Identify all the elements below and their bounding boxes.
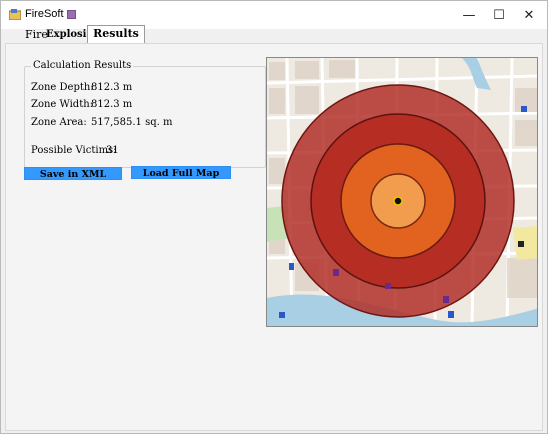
window-title: FireSoft <box>25 8 76 20</box>
app-window: FireSoft — ☐ ✕ Fire Explosion Results Ca… <box>0 0 548 434</box>
epicenter-marker-icon <box>393 196 403 206</box>
poi-pin-icon <box>443 296 449 303</box>
zone-depth-value: 812.3 m <box>91 82 133 93</box>
poi-pin-icon <box>385 283 391 289</box>
info-pin-icon <box>448 311 454 318</box>
zone-width-label: Zone Width: <box>31 99 94 110</box>
possible-victims-value: 31 <box>106 145 119 156</box>
map-canvas[interactable] <box>267 58 538 327</box>
zone-width-value: 812.3 m <box>91 99 133 110</box>
zone-area-label: Zone Area: <box>31 117 87 128</box>
title-badge-icon <box>66 9 76 19</box>
save-xml-button[interactable]: Save in XML <box>24 167 122 180</box>
calculation-results-group: Calculation Results Zone Depth: 812.3 m … <box>24 60 266 168</box>
map-view[interactable] <box>266 57 538 327</box>
poi-pin-icon <box>279 312 285 318</box>
poi-pin-icon <box>333 269 339 276</box>
results-tab-page: Calculation Results Zone Depth: 812.3 m … <box>5 43 543 431</box>
zone-depth-label: Zone Depth: <box>31 82 94 93</box>
load-full-map-button[interactable]: Load Full Map <box>131 166 231 179</box>
poi-pin-icon <box>518 241 524 247</box>
zone-area-value: 517,585.1 sq. m <box>91 117 173 128</box>
tab-results[interactable]: Results <box>87 25 145 44</box>
yellow-zone-area <box>513 226 537 260</box>
app-icon <box>9 9 21 20</box>
group-title: Calculation Results <box>31 60 134 71</box>
possible-victims-label: Possible Victims: <box>31 145 117 156</box>
bus-stop-icon <box>521 106 527 112</box>
tab-strip: Fire Explosion Results <box>1 25 547 44</box>
poi-pin-icon <box>289 263 294 270</box>
